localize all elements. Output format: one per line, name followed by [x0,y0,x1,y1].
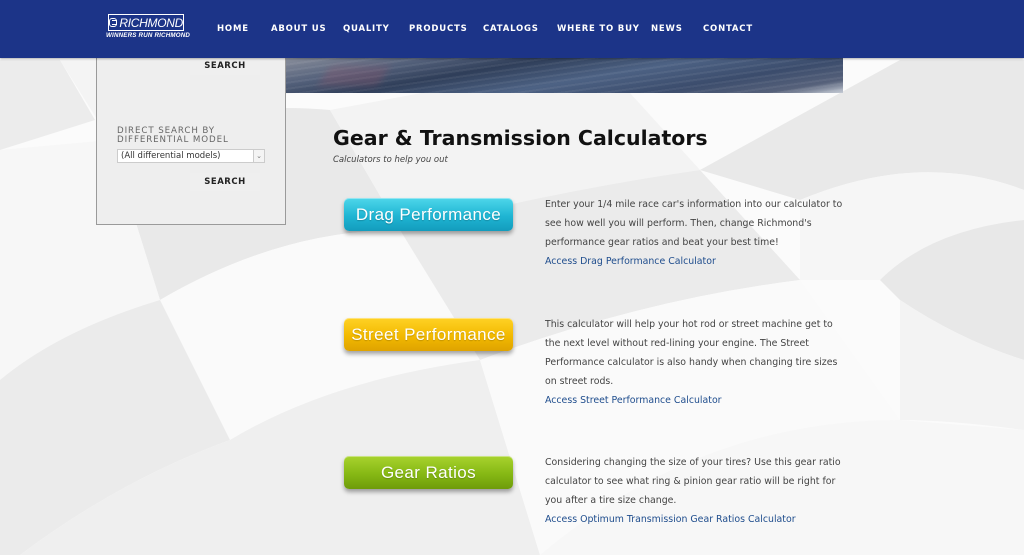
richmond-logo[interactable]: RICHMOND WINNERS RUN RICHMOND [106,14,191,42]
nav-catalogs[interactable]: CATALOGS [483,24,539,34]
nav-home[interactable]: HOME [217,24,249,34]
logo-tagline: WINNERS RUN RICHMOND [106,32,191,39]
street-performance-button[interactable]: Street Performance [344,318,513,351]
direct-search-label: DIRECT SEARCH BY DIFFERENTIAL MODEL [117,126,229,145]
hero-banner-image [284,58,843,93]
description-text: Considering changing the size of your ti… [545,457,841,506]
search-button-top[interactable]: SEARCH [190,57,260,75]
page-subtitle: Calculators to help you out [333,155,448,165]
richmond-emblem-icon [109,18,118,27]
nav-news[interactable]: NEWS [651,24,683,34]
nav-quality[interactable]: QUALITY [343,24,390,34]
gear-ratios-button[interactable]: Gear Ratios [344,456,513,489]
page-title: Gear & Transmission Calculators [333,126,708,150]
select-value: (All differential models) [121,151,221,161]
logo-name: RICHMOND [119,15,183,30]
drag-performance-description: Enter your 1/4 mile race car's informati… [545,195,845,271]
site-header: RICHMOND WINNERS RUN RICHMOND HOME ABOUT… [0,0,1024,58]
description-text: This calculator will help your hot rod o… [545,319,838,387]
nav-products[interactable]: PRODUCTS [409,24,468,34]
drag-performance-button[interactable]: Drag Performance [344,198,513,231]
chevron-down-icon[interactable]: ⌄ [253,150,264,162]
nav-where-to-buy[interactable]: WHERE TO BUY [557,24,640,34]
description-text: Enter your 1/4 mile race car's informati… [545,199,843,248]
search-button-bottom[interactable]: SEARCH [190,173,260,191]
street-performance-description: This calculator will help your hot rod o… [545,315,845,410]
product-search-panel: SEARCH DIRECT SEARCH BY DIFFERENTIAL MOD… [96,56,286,225]
gear-ratios-link[interactable]: Access Optimum Transmission Gear Ratios … [545,510,845,529]
nav-about-us[interactable]: ABOUT US [271,24,326,34]
logo-box: RICHMOND [108,14,184,31]
differential-model-select[interactable]: (All differential models) ⌄ [117,149,265,163]
street-performance-link[interactable]: Access Street Performance Calculator [545,391,845,410]
gear-ratios-description: Considering changing the size of your ti… [545,453,845,529]
drag-performance-link[interactable]: Access Drag Performance Calculator [545,252,845,271]
nav-contact[interactable]: CONTACT [703,24,753,34]
